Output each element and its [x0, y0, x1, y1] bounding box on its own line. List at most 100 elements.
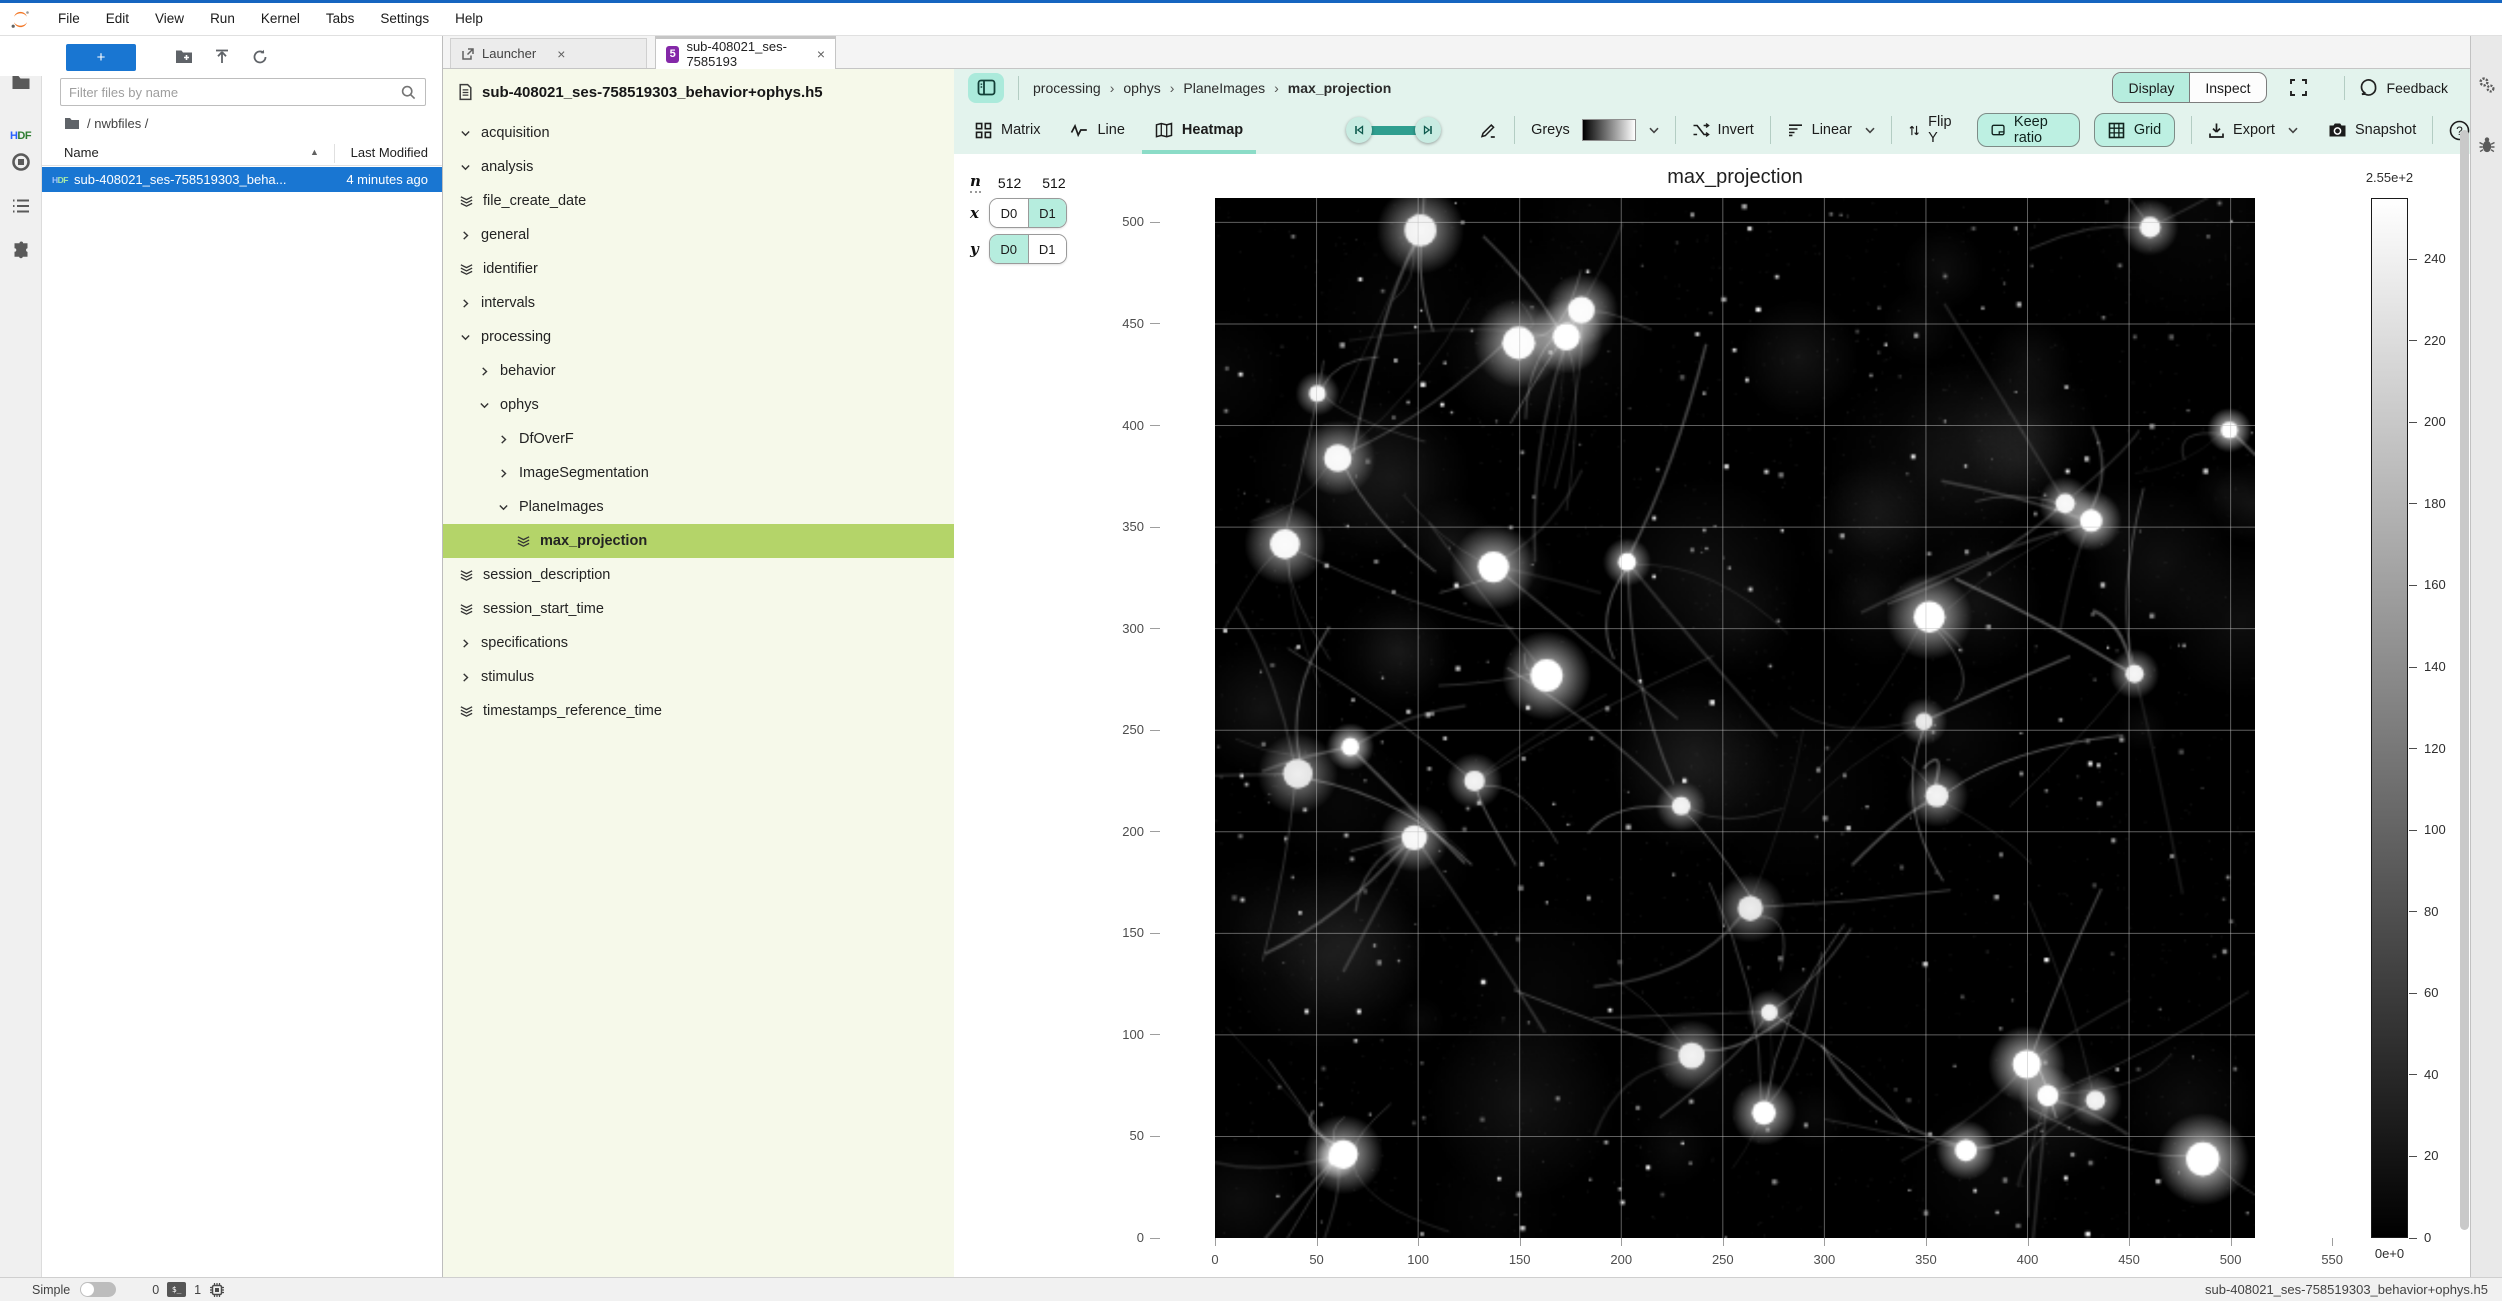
- colormap-selector[interactable]: Greys: [1531, 119, 1659, 141]
- breadcrumb-ophys[interactable]: ophys: [1123, 80, 1160, 96]
- colorbar-tick-label: 220: [2424, 333, 2446, 348]
- slider-max-handle[interactable]: [1415, 117, 1441, 143]
- running-sessions-status[interactable]: 0 $_ 1: [152, 1282, 225, 1298]
- scale-selector[interactable]: Linear: [1787, 122, 1875, 138]
- tree-item-label: stimulus: [481, 669, 534, 685]
- export-button[interactable]: Export: [2208, 122, 2298, 139]
- tree-item-ophys[interactable]: ophys: [443, 388, 954, 422]
- heatmap-image[interactable]: [1215, 198, 2255, 1238]
- snapshot-button[interactable]: Snapshot: [2328, 122, 2416, 138]
- tree-item-session_description[interactable]: session_description: [443, 558, 954, 592]
- menu-item-tabs[interactable]: Tabs: [313, 11, 368, 26]
- tree-item-ImageSegmentation[interactable]: ImageSegmentation: [443, 456, 954, 490]
- sort-ascending-icon[interactable]: ▲: [310, 147, 319, 157]
- menu-item-file[interactable]: File: [45, 11, 93, 26]
- slider-min-handle[interactable]: [1346, 117, 1372, 143]
- tree-item-max_projection[interactable]: max_projection: [443, 524, 954, 558]
- breadcrumb-processing[interactable]: processing: [1033, 80, 1101, 96]
- tree-item-behavior[interactable]: behavior: [443, 354, 954, 388]
- hdf5-sidebar-tab-icon[interactable]: HDF: [10, 126, 31, 144]
- tree-item-PlaneImages[interactable]: PlaneImages: [443, 490, 954, 524]
- tree-item-acquisition[interactable]: acquisition: [443, 116, 954, 150]
- heatmap-plot[interactable]: [1215, 198, 2255, 1238]
- h5-tree: acquisitionanalysisfile_create_dategener…: [443, 116, 954, 728]
- grid-toggle[interactable]: Grid: [2094, 113, 2175, 147]
- keep-ratio-toggle[interactable]: Keep ratio: [1977, 113, 2080, 147]
- close-tab-icon[interactable]: ×: [817, 46, 825, 62]
- tree-item-timestamps_reference_time[interactable]: timestamps_reference_time: [443, 694, 954, 728]
- refresh-icon[interactable]: [252, 49, 268, 65]
- x-dim-option-d0[interactable]: D0: [990, 199, 1028, 227]
- breadcrumb-PlaneImages[interactable]: PlaneImages: [1183, 80, 1265, 96]
- search-icon: [401, 85, 416, 100]
- new-folder-icon[interactable]: [175, 49, 193, 64]
- new-launcher-button[interactable]: +: [66, 44, 136, 71]
- extension-manager-puzzle-icon[interactable]: [12, 241, 30, 259]
- toggle-explorer-sidebar-button[interactable]: [968, 73, 1004, 103]
- tab-launcher[interactable]: Launcher ×: [450, 38, 647, 68]
- file-browser-breadcrumb[interactable]: / nwbfiles /: [64, 116, 148, 131]
- display-mode-button[interactable]: Display: [2113, 73, 2189, 102]
- x-axis-tick: [1215, 1238, 1216, 1246]
- simple-mode-toggle[interactable]: [80, 1282, 116, 1297]
- menu-item-settings[interactable]: Settings: [367, 11, 442, 26]
- file-browser-tab-icon[interactable]: [11, 74, 30, 90]
- tree-item-DfOverF[interactable]: DfOverF: [443, 422, 954, 456]
- vis-tab-heatmap[interactable]: Heatmap: [1140, 106, 1258, 154]
- file-modified: 4 minutes ago: [346, 172, 442, 187]
- edit-domain-pencil-icon[interactable]: [1479, 121, 1498, 140]
- fullscreen-icon[interactable]: [2289, 78, 2308, 97]
- flip-y-button[interactable]: Flip Y: [1908, 114, 1957, 146]
- tree-item-general[interactable]: general: [443, 218, 954, 252]
- upload-icon[interactable]: [214, 49, 230, 65]
- debugger-bug-icon[interactable]: [2478, 136, 2495, 154]
- feedback-button[interactable]: Feedback: [2359, 78, 2448, 97]
- running-sessions-icon[interactable]: [11, 152, 31, 172]
- breadcrumb-max_projection[interactable]: max_projection: [1288, 80, 1391, 96]
- column-header-name[interactable]: Name: [64, 145, 99, 160]
- inspect-mode-button[interactable]: Inspect: [2189, 73, 2265, 102]
- breadcrumb-path: / nwbfiles /: [87, 116, 148, 131]
- dataset-layers-icon: [459, 568, 474, 583]
- tree-item-processing[interactable]: processing: [443, 320, 954, 354]
- file-filter-input[interactable]: [61, 85, 401, 100]
- vis-tab-line[interactable]: Line: [1055, 106, 1139, 154]
- keep-ratio-icon: [1991, 122, 2005, 138]
- tree-item-stimulus[interactable]: stimulus: [443, 660, 954, 694]
- file-row-selected[interactable]: HDF sub-408021_ses-758519303_beha... 4 m…: [42, 167, 442, 192]
- menu-item-edit[interactable]: Edit: [93, 11, 142, 26]
- tree-item-file_create_date[interactable]: file_create_date: [443, 184, 954, 218]
- domain-slider[interactable]: [1346, 117, 1441, 143]
- close-tab-icon[interactable]: ×: [557, 46, 565, 62]
- column-header-modified[interactable]: Last Modified: [351, 145, 428, 160]
- menu-item-help[interactable]: Help: [442, 11, 496, 26]
- flip-y-arrows-icon: [1908, 122, 1920, 139]
- h5-breadcrumb-bar: processing›ophys›PlaneImages›max_project…: [954, 69, 2470, 106]
- y-dim-option-d0[interactable]: D0: [990, 235, 1028, 263]
- property-inspector-gears-icon[interactable]: [2478, 76, 2496, 94]
- menu-item-kernel[interactable]: Kernel: [248, 11, 313, 26]
- tree-item-specifications[interactable]: specifications: [443, 626, 954, 660]
- tree-item-analysis[interactable]: analysis: [443, 150, 954, 184]
- menu-item-view[interactable]: View: [142, 11, 197, 26]
- invert-colormap-button[interactable]: Invert: [1692, 122, 1754, 138]
- tree-item-label: max_projection: [540, 533, 647, 549]
- tree-item-identifier[interactable]: identifier: [443, 252, 954, 286]
- table-of-contents-icon[interactable]: [12, 198, 30, 214]
- x-dim-toggle-group: D0D1: [989, 198, 1067, 228]
- y-axis-tick-label: 50: [1084, 1128, 1144, 1143]
- tree-item-intervals[interactable]: intervals: [443, 286, 954, 320]
- current-file-status: sub-408021_ses-758519303_behavior+ophys.…: [2205, 1282, 2488, 1297]
- y-axis-tick-label: 0: [1084, 1230, 1144, 1245]
- download-icon: [2208, 122, 2225, 139]
- menu-item-run[interactable]: Run: [197, 11, 248, 26]
- y-dim-option-d1[interactable]: D1: [1028, 235, 1066, 263]
- colorbar[interactable]: [2371, 198, 2408, 1238]
- x-dim-option-d1[interactable]: D1: [1028, 199, 1066, 227]
- vis-tab-matrix[interactable]: Matrix: [960, 106, 1055, 154]
- scrollbar-thumb[interactable]: [2460, 130, 2469, 1230]
- dataset-layers-icon: [459, 602, 474, 617]
- y-axis-tick-label: 250: [1084, 722, 1144, 737]
- tab-h5-file[interactable]: 5 sub-408021_ses-7585193 ×: [655, 36, 836, 69]
- tree-item-session_start_time[interactable]: session_start_time: [443, 592, 954, 626]
